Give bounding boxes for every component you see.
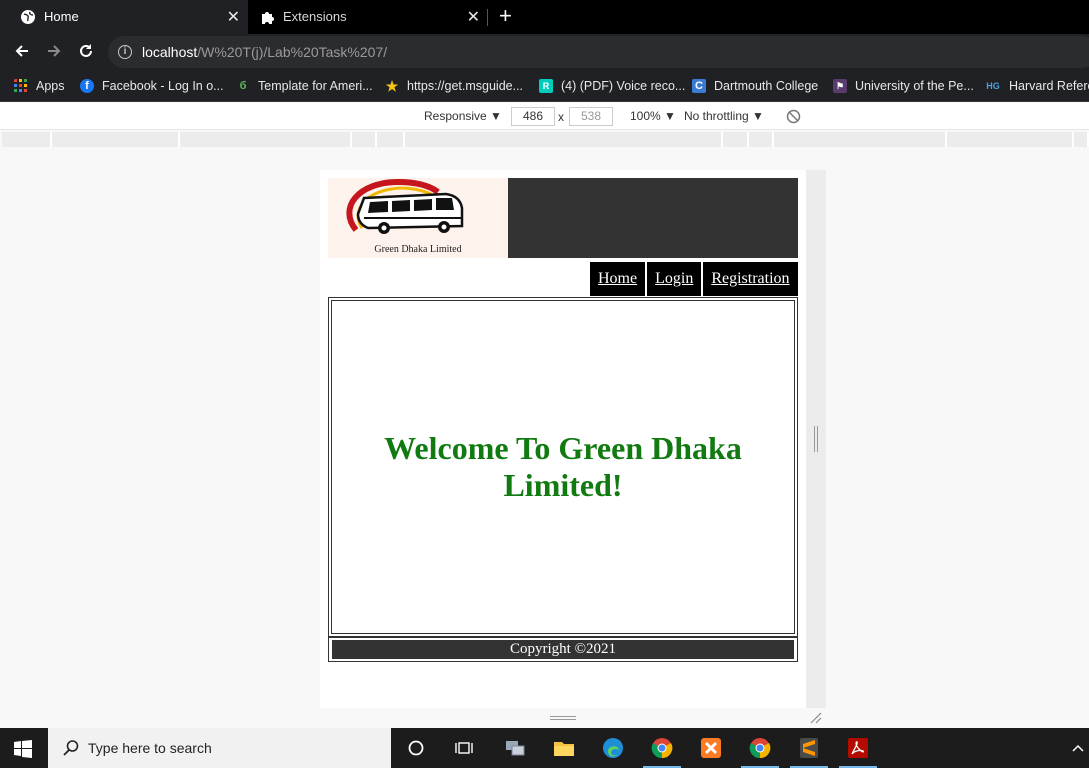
resize-handle-bottom[interactable]	[550, 716, 576, 720]
nav-home-link[interactable]: Home	[590, 262, 646, 296]
bookmark-label: (4) (PDF) Voice reco...	[561, 79, 686, 93]
media-query-bar[interactable]	[0, 130, 1089, 148]
hg-icon: HG	[986, 81, 1000, 91]
sublime-text-icon[interactable]	[795, 734, 823, 762]
bookmark-label: Harvard Refere	[1009, 79, 1089, 93]
site-logo[interactable]: Green Dhaka Limited	[328, 178, 508, 258]
chrome-icon[interactable]	[746, 734, 774, 762]
bookmark-facebook[interactable]: f Facebook - Log In o...	[80, 77, 224, 95]
media-query-segment[interactable]	[1074, 132, 1089, 147]
media-query-segment[interactable]	[377, 132, 405, 147]
media-query-segment[interactable]	[352, 132, 377, 147]
browser-toolbar: i localhost/W%20T(j)/Lab%20Task%207/	[0, 34, 1089, 70]
bookmark-researchgate[interactable]: R (4) (PDF) Voice reco...	[539, 77, 685, 95]
star-icon: ★	[385, 78, 399, 94]
media-query-segment[interactable]	[749, 132, 774, 147]
reload-icon[interactable]	[76, 42, 96, 62]
close-tab-icon[interactable]: ✕	[227, 7, 240, 27]
chevron-up-icon[interactable]	[1068, 734, 1088, 762]
globe-icon	[21, 10, 35, 24]
bookmarks-bar: Apps f Facebook - Log In o... б Template…	[0, 70, 1089, 102]
media-query-segment[interactable]	[723, 132, 749, 147]
bookmark-label: Apps	[36, 79, 65, 93]
site-footer: Copyright ©2021	[328, 637, 798, 662]
site-header: Green Dhaka Limited	[328, 178, 798, 258]
dimension-separator: x	[558, 110, 564, 124]
site-nav: Home Login Registration	[588, 262, 798, 296]
url-host: localhost	[142, 44, 198, 60]
windows-taskbar: Type here to search	[0, 728, 1089, 768]
network-computer-icon[interactable]	[501, 734, 529, 762]
bookmark-msguide[interactable]: ★ https://get.msguide...	[385, 77, 523, 95]
media-query-segment[interactable]	[947, 132, 1074, 147]
bookmark-upenn[interactable]: ⚑ University of the Pe...	[833, 77, 974, 95]
copyright-text: Copyright ©2021	[332, 640, 794, 659]
new-tab-button[interactable]: +	[499, 4, 512, 28]
main-content: Welcome To Green Dhaka Limited!	[328, 297, 798, 637]
welcome-heading: Welcome To Green Dhaka Limited!	[384, 430, 742, 503]
tab-extensions[interactable]: Extensions ✕	[248, 0, 488, 34]
device-select[interactable]: Responsive ▼	[424, 109, 502, 123]
nav-registration-link[interactable]: Registration	[703, 262, 798, 296]
search-icon	[63, 740, 79, 756]
height-input[interactable]: 538	[569, 107, 613, 126]
resize-corner-icon[interactable]	[810, 712, 822, 724]
bookmark-label: Dartmouth College	[714, 79, 819, 93]
windows-start-icon[interactable]	[14, 740, 32, 758]
tab-home[interactable]: Home ✕	[0, 0, 248, 34]
university-icon: ⚑	[833, 79, 847, 93]
emulated-viewport: Green Dhaka Limited Home Login Registrat…	[320, 170, 806, 708]
chrome-icon[interactable]	[648, 734, 676, 762]
media-query-segment[interactable]	[774, 132, 947, 147]
zoom-select[interactable]: 100% ▼	[630, 109, 676, 123]
media-query-segment[interactable]	[405, 132, 723, 147]
bookmark-label: Template for Ameri...	[258, 79, 373, 93]
nav-login-link[interactable]: Login	[647, 262, 702, 296]
bus-logo-icon	[346, 178, 464, 234]
media-query-segment[interactable]	[2, 132, 52, 147]
researchgate-icon: R	[539, 79, 553, 93]
url-path: /W%20T(j)/Lab%20Task%207/	[197, 44, 388, 60]
tab-label: Extensions	[283, 9, 347, 24]
width-input[interactable]: 486	[511, 107, 555, 126]
cortana-icon[interactable]	[402, 734, 430, 762]
task-view-icon[interactable]	[450, 734, 478, 762]
bookmark-apps[interactable]: Apps	[14, 77, 65, 95]
bookmark-harvard[interactable]: HG Harvard Refere	[985, 77, 1089, 95]
info-icon[interactable]: i	[118, 45, 132, 59]
acrobat-pdf-icon[interactable]	[844, 734, 872, 762]
puzzle-icon	[262, 12, 274, 24]
bookmark-label: Facebook - Log In o...	[102, 79, 224, 93]
resize-handle-right[interactable]	[814, 426, 818, 452]
url-text[interactable]: localhost/W%20T(j)/Lab%20Task%207/	[142, 44, 387, 60]
bookmark-label: https://get.msguide...	[407, 79, 524, 93]
device-toolbar: Responsive ▼ 486 x 538 100% ▼ No throttl…	[0, 103, 1089, 130]
throttle-select[interactable]: No throttling ▼	[684, 109, 764, 123]
media-query-segment[interactable]	[180, 132, 352, 147]
c-icon: C	[692, 79, 706, 93]
tab-strip: Home ✕ Extensions ✕ +	[0, 0, 1089, 34]
edge-browser-icon[interactable]	[599, 734, 627, 762]
logo-caption: Green Dhaka Limited	[374, 244, 462, 255]
bookmark-label: University of the Pe...	[855, 79, 974, 93]
facebook-icon: f	[80, 79, 94, 93]
back-arrow-icon[interactable]	[12, 42, 32, 62]
rotate-disabled-icon[interactable]	[786, 109, 801, 124]
bookmark-template[interactable]: б Template for Ameri...	[236, 77, 373, 95]
forward-arrow-icon[interactable]	[44, 42, 64, 62]
address-bar[interactable]: i localhost/W%20T(j)/Lab%20Task%207/	[108, 36, 1089, 68]
tab-label: Home	[44, 9, 79, 24]
taskbar-search[interactable]: Type here to search	[48, 728, 391, 768]
search-placeholder: Type here to search	[88, 740, 212, 756]
apps-grid-icon	[14, 79, 27, 92]
close-tab-icon[interactable]: ✕	[467, 7, 480, 27]
file-explorer-icon[interactable]	[550, 734, 578, 762]
media-query-segment[interactable]	[52, 132, 180, 147]
tab-separator	[487, 9, 488, 26]
main-inner: Welcome To Green Dhaka Limited!	[331, 300, 795, 634]
leaf-icon: б	[239, 80, 247, 92]
xampp-icon[interactable]	[697, 734, 725, 762]
bookmark-dartmouth[interactable]: C Dartmouth College	[692, 77, 818, 95]
